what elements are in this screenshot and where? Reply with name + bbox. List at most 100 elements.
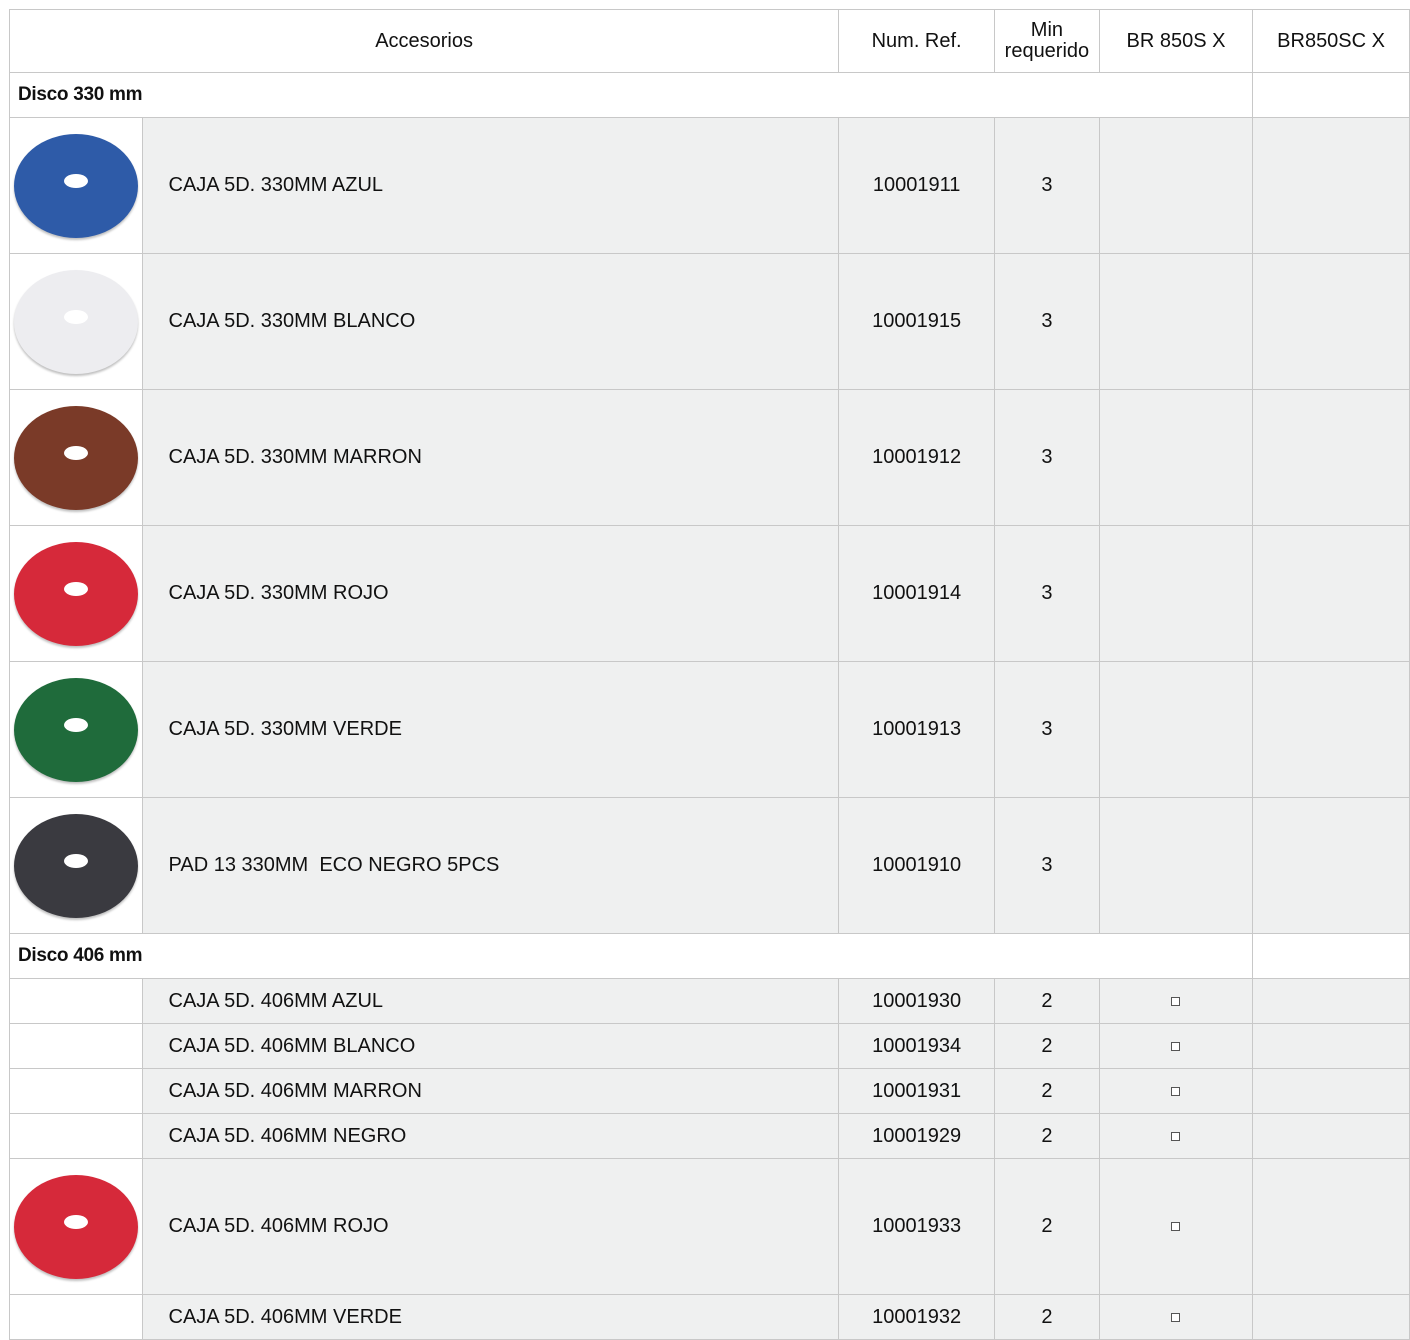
table-row: CAJA 5D. 330MM VERDE 10001913 3 [9,661,1410,798]
br850s-cell [1098,661,1254,798]
section-title: Disco 406 mm [8,933,1254,979]
product-image-cell [9,1294,143,1340]
checkbox-icon [1171,1041,1181,1051]
product-image-cell [9,117,143,254]
section-empty-cell [1252,933,1410,979]
header-min-line2: requerido [1004,40,1090,62]
br850sc-cell [1252,1158,1410,1295]
table-row: CAJA 5D. 406MM ROJO 10001933 2 [9,1158,1410,1295]
checkbox-icon [1171,996,1181,1006]
br850s-cell [1098,1068,1254,1114]
product-ref: 10001910 [838,797,996,934]
product-name: CAJA 5D. 330MM VERDE [141,661,840,798]
br850sc-cell [1252,661,1410,798]
accessories-table: Accesorios Num. Ref. Min requerido BR 85… [8,9,1410,1340]
section-empty-cell [1252,72,1410,118]
product-image-cell [9,1023,143,1069]
product-ref: 10001915 [838,253,996,390]
product-ref: 10001932 [838,1294,996,1340]
br850sc-cell [1252,1113,1410,1159]
br850s-cell [1098,253,1254,390]
header-min-requerido: Min requerido [994,9,1100,73]
disc-image [13,133,138,238]
checkbox-icon [1171,1086,1181,1096]
br850sc-cell [1252,1023,1410,1069]
product-min: 3 [994,661,1100,798]
product-name: PAD 13 330MM ECO NEGRO 5PCS [141,797,840,934]
product-min: 2 [994,1158,1100,1295]
table-row: CAJA 5D. 330MM BLANCO 10001915 3 [9,253,1410,390]
product-min: 3 [994,797,1100,934]
product-min: 2 [994,1294,1100,1340]
product-image-cell [9,389,143,526]
product-min: 2 [994,1068,1100,1114]
table-row: PAD 13 330MM ECO NEGRO 5PCS 10001910 3 [9,797,1410,934]
br850sc-cell [1252,389,1410,526]
product-ref: 10001933 [838,1158,996,1295]
product-name: CAJA 5D. 330MM AZUL [141,117,840,254]
product-ref: 10001929 [838,1113,996,1159]
product-ref: 10001930 [838,978,996,1024]
disc-image [13,813,138,918]
disc-image [13,1174,138,1279]
br850sc-cell [1252,1294,1410,1340]
table-row: CAJA 5D. 406MM VERDE 10001932 2 [9,1294,1410,1340]
section-row: Disco 406 mm [8,933,1410,979]
br850s-cell [1098,797,1254,934]
br850s-cell [1098,1113,1254,1159]
table-body: Disco 330 mm CAJA 5D. 330MM AZUL 1000191… [8,72,1410,1340]
product-min: 3 [994,389,1100,526]
header-num-ref: Num. Ref. [838,9,996,73]
product-name: CAJA 5D. 330MM MARRON [141,389,840,526]
product-min: 2 [994,1113,1100,1159]
checkbox-icon [1171,1222,1181,1232]
product-name: CAJA 5D. 406MM ROJO [141,1158,840,1295]
br850sc-cell [1252,978,1410,1024]
product-ref: 10001934 [838,1023,996,1069]
br850sc-cell [1252,797,1410,934]
product-image-cell [9,797,143,934]
product-image-cell [9,978,143,1024]
br850s-cell [1098,117,1254,254]
table-row: CAJA 5D. 330MM AZUL 10001911 3 [9,117,1410,254]
product-name: CAJA 5D. 330MM ROJO [141,525,840,662]
table-row: CAJA 5D. 330MM MARRON 10001912 3 [9,389,1410,526]
disc-image [13,269,138,374]
product-min: 3 [994,117,1100,254]
br850sc-cell [1252,525,1410,662]
br850sc-cell [1252,117,1410,254]
product-ref: 10001914 [838,525,996,662]
product-image-cell [9,525,143,662]
checkbox-icon [1171,1312,1181,1322]
product-name: CAJA 5D. 330MM BLANCO [141,253,840,390]
checkbox-icon [1171,1131,1181,1141]
product-name: CAJA 5D. 406MM NEGRO [141,1113,840,1159]
product-name: CAJA 5D. 406MM VERDE [141,1294,840,1340]
product-name: CAJA 5D. 406MM BLANCO [141,1023,840,1069]
br850sc-cell [1252,1068,1410,1114]
br850sc-cell [1252,253,1410,390]
product-ref: 10001913 [838,661,996,798]
header-br-850s-x: BR 850S X [1098,9,1254,73]
table-row: CAJA 5D. 406MM NEGRO 10001929 2 [9,1113,1410,1159]
product-image-cell [9,253,143,390]
br850s-cell [1098,1294,1254,1340]
product-ref: 10001931 [838,1068,996,1114]
disc-image [13,677,138,782]
product-name: CAJA 5D. 406MM MARRON [141,1068,840,1114]
product-min: 3 [994,525,1100,662]
table-row: CAJA 5D. 406MM AZUL 10001930 2 [9,978,1410,1024]
disc-image [13,541,138,646]
product-image-cell [9,1068,143,1114]
product-min: 2 [994,978,1100,1024]
product-ref: 10001911 [838,117,996,254]
br850s-cell [1098,978,1254,1024]
disc-image [13,405,138,510]
table-row: CAJA 5D. 330MM ROJO 10001914 3 [9,525,1410,662]
header-br850sc-x: BR850SC X [1252,9,1410,73]
header-min-line1: Min [1030,19,1064,41]
product-image-cell [9,661,143,798]
section-title: Disco 330 mm [8,72,1254,118]
product-image-cell [9,1158,143,1295]
br850s-cell [1098,389,1254,526]
